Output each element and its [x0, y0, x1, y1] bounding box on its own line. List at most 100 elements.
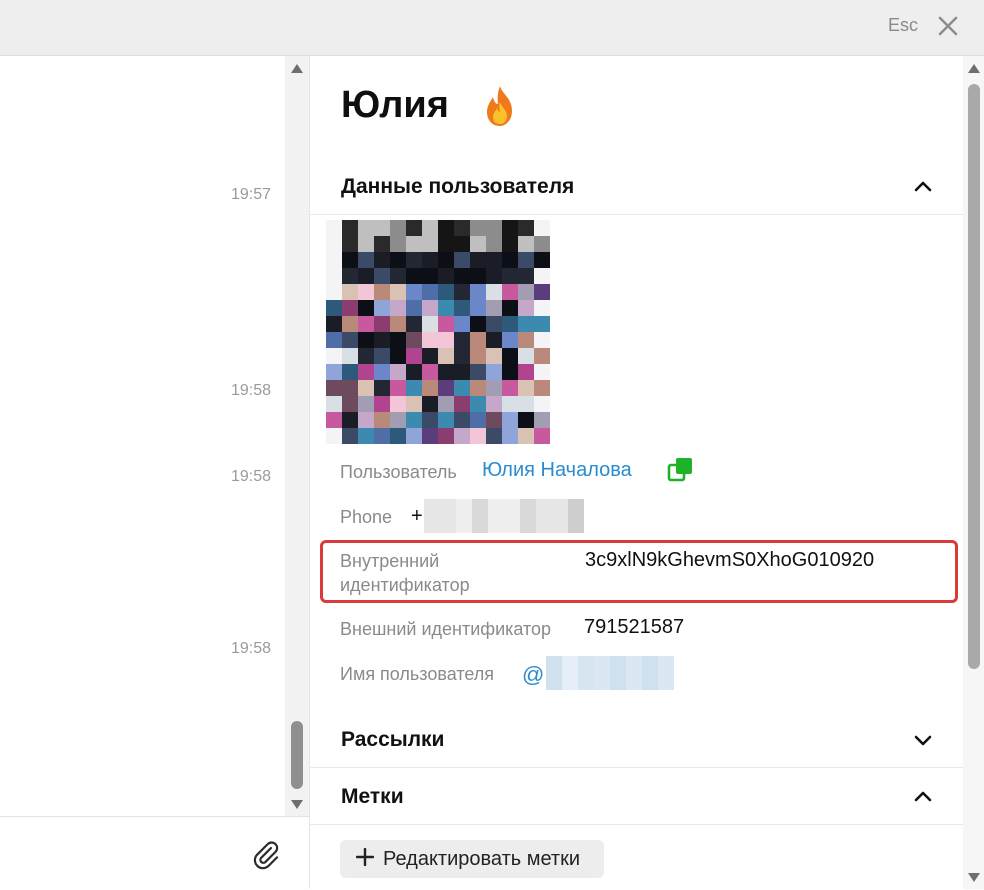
- avatar-pixel: [390, 316, 406, 332]
- section-tags[interactable]: Метки: [310, 768, 963, 825]
- avatar-pixel: [422, 268, 438, 284]
- avatar-pixel: [390, 412, 406, 428]
- avatar-pixel: [422, 300, 438, 316]
- avatar-pixel: [518, 348, 534, 364]
- avatar-pixel: [326, 364, 342, 380]
- avatar: [326, 220, 550, 444]
- avatar-pixel: [470, 412, 486, 428]
- avatar-pixel: [454, 268, 470, 284]
- section-mailings[interactable]: Рассылки: [310, 711, 963, 768]
- avatar-pixel: [390, 220, 406, 236]
- avatar-pixel: [502, 300, 518, 316]
- avatar-pixel: [326, 396, 342, 412]
- avatar-pixel: [534, 412, 550, 428]
- avatar-pixel: [502, 268, 518, 284]
- profile-name: Юлия: [341, 84, 449, 126]
- chevron-down-icon[interactable]: [912, 729, 934, 751]
- avatar-pixel: [502, 316, 518, 332]
- edit-tags-button[interactable]: Редактировать метки: [340, 840, 604, 878]
- avatar-pixel: [438, 252, 454, 268]
- avatar-pixel: [534, 252, 550, 268]
- avatar-pixel: [358, 396, 374, 412]
- phone-value-redacted: [424, 499, 584, 533]
- avatar-pixel: [438, 284, 454, 300]
- avatar-pixel: [470, 364, 486, 380]
- avatar-pixel: [342, 380, 358, 396]
- scroll-down-arrow[interactable]: [968, 873, 980, 882]
- avatar-pixel: [342, 332, 358, 348]
- avatar-pixel: [358, 236, 374, 252]
- redacted-pixel: [424, 499, 440, 533]
- avatar-pixel: [406, 364, 422, 380]
- scroll-up-arrow[interactable]: [968, 64, 980, 73]
- message-time: 19:58: [230, 382, 271, 399]
- paperclip-icon[interactable]: [250, 839, 282, 871]
- avatar-pixel: [326, 268, 342, 284]
- avatar-pixel: [454, 412, 470, 428]
- avatar-pixel: [342, 428, 358, 444]
- internal-id-label: Внутренний: [340, 551, 440, 571]
- chevron-up-icon[interactable]: [912, 786, 934, 808]
- internal-id-label: идентификатор: [340, 575, 470, 595]
- avatar-pixel: [326, 348, 342, 364]
- scroll-up-arrow[interactable]: [291, 64, 303, 73]
- avatar-pixel: [342, 364, 358, 380]
- redacted-pixel: [642, 656, 658, 690]
- avatar-pixel: [438, 364, 454, 380]
- username-prefix[interactable]: @: [522, 662, 544, 688]
- avatar-pixel: [326, 284, 342, 300]
- avatar-pixel: [454, 300, 470, 316]
- avatar-pixel: [422, 220, 438, 236]
- redacted-pixel: [472, 499, 488, 533]
- redacted-pixel: [504, 499, 520, 533]
- avatar-pixel: [390, 268, 406, 284]
- avatar-pixel: [374, 412, 390, 428]
- section-title: Данные пользователя: [341, 175, 575, 198]
- avatar-pixel: [518, 268, 534, 284]
- avatar-pixel: [518, 300, 534, 316]
- avatar-pixel: [534, 268, 550, 284]
- avatar-pixel: [342, 412, 358, 428]
- phone-prefix: +: [411, 505, 423, 527]
- chat-scrollbar[interactable]: [285, 56, 309, 816]
- avatar-pixel: [486, 268, 502, 284]
- avatar-pixel: [470, 380, 486, 396]
- avatar-pixel: [326, 300, 342, 316]
- scroll-down-arrow[interactable]: [291, 800, 303, 809]
- avatar-pixel: [486, 380, 502, 396]
- chevron-up-icon[interactable]: [912, 176, 934, 198]
- avatar-pixel: [534, 220, 550, 236]
- avatar-pixel: [374, 284, 390, 300]
- avatar-pixel: [390, 428, 406, 444]
- message-composer[interactable]: [0, 816, 309, 890]
- avatar-pixel: [358, 252, 374, 268]
- avatar-pixel: [374, 220, 390, 236]
- avatar-pixel: [406, 396, 422, 412]
- avatar-pixel: [406, 284, 422, 300]
- avatar-pixel: [502, 284, 518, 300]
- section-user-data[interactable]: Данные пользователя: [310, 158, 963, 215]
- avatar-pixel: [454, 396, 470, 412]
- redacted-pixel: [610, 656, 626, 690]
- avatar-pixel: [470, 220, 486, 236]
- avatar-pixel: [406, 300, 422, 316]
- avatar-pixel: [454, 284, 470, 300]
- avatar-pixel: [518, 220, 534, 236]
- avatar-pixel: [534, 428, 550, 444]
- avatar-pixel: [518, 428, 534, 444]
- copy-icon[interactable]: [667, 456, 695, 484]
- chat-scroll-thumb[interactable]: [291, 721, 303, 789]
- avatar-pixel: [502, 236, 518, 252]
- avatar-pixel: [518, 236, 534, 252]
- avatar-pixel: [470, 268, 486, 284]
- avatar-pixel: [374, 316, 390, 332]
- avatar-pixel: [406, 332, 422, 348]
- avatar-pixel: [534, 348, 550, 364]
- avatar-pixel: [358, 332, 374, 348]
- close-icon[interactable]: [936, 14, 960, 38]
- avatar-pixel: [358, 412, 374, 428]
- avatar-pixel: [470, 396, 486, 412]
- user-link[interactable]: Юлия Началова: [482, 459, 632, 482]
- avatar-pixel: [406, 412, 422, 428]
- panel-scroll-thumb[interactable]: [968, 84, 980, 669]
